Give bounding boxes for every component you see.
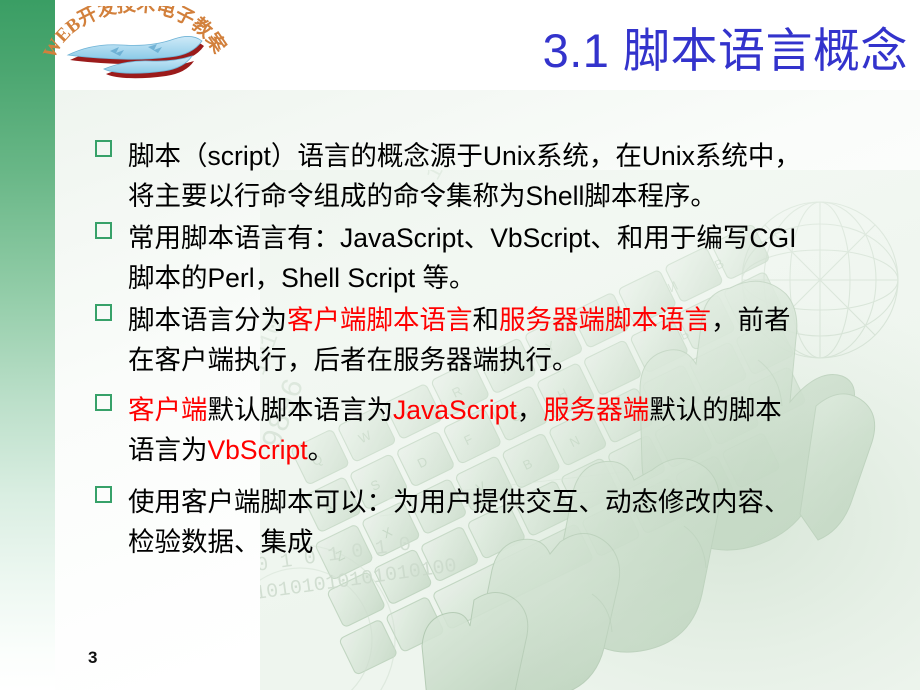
bullet-marker-square-icon: [95, 394, 112, 411]
text-run: 脚本语言分为: [128, 305, 287, 335]
bullet-line: 检验数据、集成: [128, 522, 895, 562]
text-run: 将主要以行命令组成的命令集称为Shell脚本程序。: [128, 181, 717, 211]
page-title: 3.1 脚本语言概念: [542, 24, 908, 77]
bullet-marker-square-icon: [95, 140, 112, 157]
logo-wordart-web: [66, 36, 204, 79]
bullet-line: 在客户端执行，后者在服务器端执行。: [128, 340, 895, 380]
text-run: 在客户端执行，后者在服务器端执行。: [128, 345, 579, 375]
text-run: 默认的脚本: [649, 395, 782, 425]
bullet-line: 语言为VbScript。: [128, 430, 895, 470]
bullet-line: 常用脚本语言有：JavaScript、VbScript、和用于编写CGI: [128, 218, 895, 258]
text-run: 检验数据、集成: [128, 527, 314, 557]
slide-body: 脚本（script）语言的概念源于Unix系统，在Unix系统中， 将主要以行命…: [95, 136, 895, 564]
bullet-line: 脚本的Perl，Shell Script 等。: [128, 258, 895, 298]
page-number: 3: [88, 648, 98, 667]
text-run: 默认脚本语言为: [207, 395, 394, 425]
bullet-line: 使用客户端脚本可以：为用户提供交互、动态修改内容、: [128, 482, 895, 522]
text-run-highlight: 客户端脚本语言: [287, 305, 473, 335]
text-run: 使用客户端脚本可以：为用户提供交互、动态修改内容、: [128, 487, 791, 517]
text-run: 和: [472, 305, 500, 335]
text-run: 脚本的Perl，Shell Script 等。: [128, 263, 476, 293]
text-run-highlight: JavaScript: [393, 395, 517, 425]
bullet-item: 脚本（script）语言的概念源于Unix系统，在Unix系统中， 将主要以行命…: [95, 136, 895, 216]
text-run: 常用脚本语言有：JavaScript、VbScript、和用于编写CGI: [128, 223, 797, 253]
text-run: ，前者: [711, 305, 791, 335]
bullet-line: 客户端默认脚本语言为JavaScript，服务器端默认的脚本: [128, 390, 895, 430]
text-run-highlight: 客户端: [128, 395, 208, 425]
bullet-line: 脚本语言分为客户端脚本语言和服务器端脚本语言，前者: [128, 300, 895, 340]
text-run: 。: [307, 435, 335, 465]
bullet-marker-square-icon: [95, 304, 112, 321]
text-run: 脚本（script）语言的概念源于Unix系统，在Unix系统中，: [128, 141, 801, 171]
slide: QWE RTY ASD FGH ZXC VBN ИВЬ 9896 1010 0 …: [0, 0, 920, 690]
bullet-line: 将主要以行命令组成的命令集称为Shell脚本程序。: [128, 176, 895, 216]
text-run: 语言为: [128, 435, 208, 465]
bullet-item: 常用脚本语言有：JavaScript、VbScript、和用于编写CGI 脚本的…: [95, 218, 895, 298]
text-run-highlight: 服务器端: [543, 395, 650, 425]
course-logo: WEB开发技术电子教案: [40, 6, 230, 90]
logo-graphic: WEB开发技术电子教案: [40, 6, 230, 79]
bullet-item: 使用客户端脚本可以：为用户提供交互、动态修改内容、 检验数据、集成: [95, 482, 895, 562]
bullet-item: 脚本语言分为客户端脚本语言和服务器端脚本语言，前者 在客户端执行，后者在服务器端…: [95, 300, 895, 380]
text-run-highlight: VbScript: [207, 435, 308, 465]
left-accent-bar: [0, 0, 55, 690]
bullet-marker-square-icon: [95, 486, 112, 503]
text-run: ，: [516, 395, 544, 425]
bullet-line: 脚本（script）语言的概念源于Unix系统，在Unix系统中，: [128, 136, 895, 176]
bullet-marker-square-icon: [95, 222, 112, 239]
bullet-item: 客户端默认脚本语言为JavaScript，服务器端默认的脚本 语言为VbScri…: [95, 390, 895, 470]
text-run-highlight: 服务器端脚本语言: [499, 305, 711, 335]
